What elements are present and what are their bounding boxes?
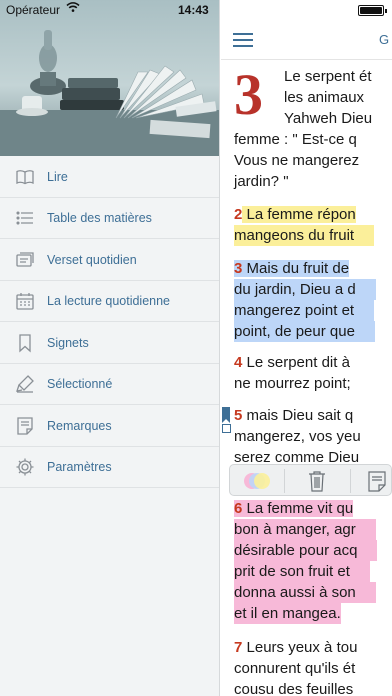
- verse-text: La femme vit qu: [242, 500, 354, 517]
- verse-line[interactable]: Yahweh Dieu: [284, 108, 372, 129]
- clock: 14:43: [178, 3, 209, 17]
- list-icon: [14, 207, 36, 229]
- sidebar-item-label: Paramètres: [47, 460, 112, 475]
- verse-line[interactable]: cousu des feuilles: [234, 679, 353, 696]
- battery-level: [360, 7, 382, 14]
- sidebar-item-label: Remarques: [47, 418, 112, 433]
- verse-line[interactable]: bon à manger, agr: [234, 519, 376, 540]
- note-icon: [14, 415, 36, 437]
- status-bar: Opérateur 14:43: [0, 0, 392, 20]
- verse-text: Le serpent dit à: [242, 354, 350, 371]
- sidebar-header-image: [0, 0, 219, 156]
- sidebar-item-lire[interactable]: Lire: [0, 156, 219, 198]
- verse-3[interactable]: 3 Mais du fruit de: [234, 258, 350, 279]
- verse-line[interactable]: point, de peur que: [234, 321, 375, 342]
- trash-icon[interactable]: [302, 468, 332, 494]
- verse-5[interactable]: 5 mais Dieu sait q: [234, 405, 353, 426]
- note-marker-icon[interactable]: [222, 424, 231, 433]
- verse-line[interactable]: donna aussi à son: [234, 582, 376, 603]
- verse-line[interactable]: Le serpent ét: [284, 66, 372, 87]
- sidebar-item-label: Verset quotidien: [47, 252, 137, 267]
- verse-line[interactable]: ne mourrez point;: [234, 373, 351, 394]
- verse-7[interactable]: 7 Leurs yeux à tou: [234, 637, 357, 658]
- sidebar-item-signets[interactable]: Signets: [0, 322, 219, 364]
- sidebar-item-table-des-matieres[interactable]: Table des matières: [0, 198, 219, 240]
- reader-pane: G 3 Le serpent ét les animaux Yahweh Die…: [221, 0, 392, 696]
- gear-icon: [14, 456, 36, 478]
- cards-icon: [14, 249, 36, 271]
- sidebar-item-label: La lecture quotidienne: [47, 294, 171, 309]
- reader-topbar: G: [221, 20, 392, 60]
- battery-icon: [358, 5, 387, 16]
- verse-line[interactable]: connurent qu'ils ét: [234, 658, 355, 679]
- sidebar-item-remarques[interactable]: Remarques: [0, 405, 219, 447]
- calendar-icon: [14, 290, 36, 312]
- verse-line[interactable]: Vous ne mangerez: [234, 150, 359, 171]
- verse-6[interactable]: 6 La femme vit qu: [234, 498, 354, 519]
- verse-line[interactable]: mangerez point et: [234, 300, 375, 321]
- sidebar-item-parametres[interactable]: Paramètres: [0, 447, 219, 489]
- verse-line[interactable]: prit de son fruit et: [234, 561, 370, 582]
- reader-title[interactable]: G: [379, 32, 389, 47]
- bookmark-marker-icon[interactable]: [222, 407, 230, 423]
- carrier-label: Opérateur: [6, 3, 61, 17]
- verse-text: Mais du fruit de: [242, 260, 350, 277]
- verse-line[interactable]: les animaux: [284, 87, 364, 108]
- sidebar-item-label: Sélectionné: [47, 377, 113, 392]
- chapter-number: 3: [234, 62, 263, 127]
- menu-hamburger-icon[interactable]: [233, 33, 253, 47]
- verse-line[interactable]: mangerez, vos yeu: [234, 426, 361, 447]
- verse-line[interactable]: jardin? ": [234, 171, 289, 192]
- verse-line[interactable]: femme : " Est-ce q: [234, 129, 357, 150]
- sidebar-item-label: Table des matières: [47, 211, 152, 226]
- verse-text: Leurs yeux à tou: [242, 639, 358, 656]
- open-book-icon: [14, 166, 36, 188]
- sidebar-menu: Lire Table des matières Verset quotidien: [0, 156, 219, 489]
- verse-line[interactable]: désirable pour acq: [234, 540, 378, 561]
- sidebar-item-label: Lire: [47, 169, 68, 184]
- sidebar-item-label: Signets: [47, 335, 89, 350]
- color-palette-icon[interactable]: [236, 468, 278, 494]
- sidebar-item-la-lecture-quotidienne[interactable]: La lecture quotidienne: [0, 281, 219, 323]
- verse-line[interactable]: et il en mangea.: [234, 603, 341, 624]
- wifi-icon: [66, 1, 80, 16]
- selection-toolbar: [229, 464, 392, 496]
- bookmark-icon: [14, 332, 36, 354]
- verse-2[interactable]: 2 La femme répon: [234, 204, 356, 225]
- sidebar-item-selectionne[interactable]: Sélectionné: [0, 364, 219, 406]
- verse-4[interactable]: 4 Le serpent dit à: [234, 352, 350, 373]
- note-icon[interactable]: [362, 468, 392, 494]
- highlighter-icon: [14, 373, 36, 395]
- verse-line[interactable]: mangeons du fruit: [234, 225, 375, 246]
- verse-text: La femme répon: [242, 206, 356, 223]
- verse-text: mais Dieu sait q: [242, 407, 354, 424]
- sidebar: Lire Table des matières Verset quotidien: [0, 0, 220, 696]
- verse-line[interactable]: du jardin, Dieu a d: [234, 279, 376, 300]
- sidebar-item-verset-quotidien[interactable]: Verset quotidien: [0, 239, 219, 281]
